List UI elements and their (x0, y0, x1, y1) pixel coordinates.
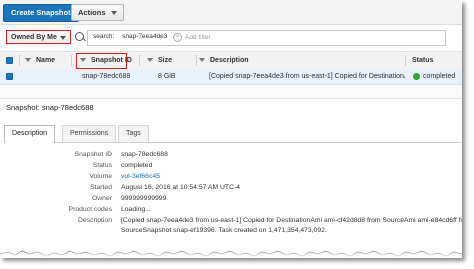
ec2-snapshots-console: Create Snapshot Actions Owned By Me sear… (0, 0, 462, 258)
details-title: Snapshot: snap-78edc688 (6, 103, 94, 112)
column-header-snapshot-id[interactable]: Snapshot ID (80, 52, 132, 69)
column-separator (139, 55, 140, 66)
column-header-name[interactable]: Name (25, 52, 55, 69)
filter-token-key: search (93, 33, 113, 40)
search-filter-input[interactable]: search: snap-7eea4de3 × Add filter (87, 30, 446, 46)
toolbar: Create Snapshot Actions (0, 0, 462, 25)
remove-filter-icon[interactable]: × (173, 33, 182, 42)
cell-status: completed (423, 73, 456, 80)
column-header-snapshot-id-label: Snapshot ID (91, 57, 132, 64)
table-header: Name Snapshot ID Size Description Status (0, 52, 462, 70)
column-separator (71, 55, 72, 66)
column-header-name-label: Name (36, 57, 56, 64)
column-header-status[interactable]: Status (412, 52, 433, 69)
tab-description[interactable]: Description (4, 125, 56, 143)
owned-by-me-dropdown[interactable]: Owned By Me (6, 30, 71, 44)
search-icon (75, 32, 84, 41)
column-header-size-label: Size (158, 57, 173, 64)
sort-icon (25, 58, 31, 63)
owned-by-me-label: Owned By Me (11, 34, 57, 41)
table-row[interactable]: snap-78edc688 8 GiB [Copied snap-7eea4de… (0, 69, 462, 85)
field-value: completed (121, 162, 153, 169)
filter-token-value: snap-7eea4de3 (122, 33, 168, 40)
filter-token: search: snap-7eea4de3 (90, 32, 170, 42)
create-snapshot-button[interactable]: Create Snapshot (3, 4, 79, 22)
field-label: Owner (91, 195, 112, 202)
field-label: Status (92, 162, 112, 169)
field-snapshot-id: Snapshot ID snap-78edc688 (0, 149, 462, 160)
column-separator (405, 55, 406, 66)
details-tabs: Description Permissions Tags (4, 125, 462, 143)
field-value: snap-78edc688 (121, 151, 168, 158)
select-all-checkbox[interactable] (6, 57, 13, 64)
field-status: Status completed (0, 160, 462, 171)
field-label: Snapshot ID (74, 151, 112, 158)
field-value: SourceSnapshot snap-ef19396. Task create… (121, 227, 327, 234)
column-header-status-label: Status (412, 57, 434, 64)
sort-icon (80, 58, 86, 63)
panel-divider[interactable] (0, 85, 462, 99)
cell-snapshot-id: snap-78edc688 (82, 73, 131, 80)
field-description-continued: SourceSnapshot snap-ef19396. Task create… (0, 225, 462, 236)
chevron-down-icon (60, 36, 66, 40)
column-header-description-label: Description (210, 57, 249, 64)
field-value: Loading... (121, 206, 151, 213)
torn-edge (0, 250, 462, 258)
row-checkbox[interactable] (6, 73, 13, 80)
field-owner: Owner 999999999999 (0, 193, 462, 204)
sort-icon (147, 58, 153, 63)
cell-description: [Copied snap-7eea4de3 from us-east-1] Co… (209, 73, 405, 80)
field-started: Started August 16, 2016 at 10:54:57 AM U… (0, 182, 462, 193)
sort-icon (199, 58, 205, 63)
details-panel: Snapshot: snap-78edc688 Description Perm… (0, 99, 462, 258)
add-filter-placeholder[interactable]: Add filter (185, 33, 211, 43)
filter-token-separator: : (112, 33, 115, 40)
cell-name (25, 69, 69, 84)
field-label: Product codes (68, 206, 112, 213)
field-product-codes: Product codes Loading... (0, 204, 462, 215)
column-separator (19, 55, 20, 66)
actions-button[interactable]: Actions (71, 4, 124, 21)
actions-label: Actions (78, 8, 106, 17)
status-completed-icon (413, 73, 420, 80)
tab-tags[interactable]: Tags (118, 125, 149, 142)
chevron-down-icon (110, 11, 117, 16)
column-header-description[interactable]: Description (199, 52, 249, 69)
volume-link[interactable]: vol-3ef66c45 (121, 171, 160, 182)
field-value: August 16, 2016 at 10:54:57 AM UTC-4 (121, 184, 241, 191)
field-label: Volume (89, 173, 112, 180)
field-label: Started (90, 184, 112, 191)
column-header-size[interactable]: Size (147, 52, 172, 69)
tab-permissions[interactable]: Permissions (62, 125, 117, 142)
field-volume: Volume vol-3ef66c45 (0, 171, 462, 182)
cell-size: 8 GiB (158, 73, 176, 80)
column-separator (196, 55, 197, 66)
filter-bar: Owned By Me search: snap-7eea4de3 × Add … (0, 25, 462, 52)
field-value: 999999999999 (121, 195, 167, 202)
